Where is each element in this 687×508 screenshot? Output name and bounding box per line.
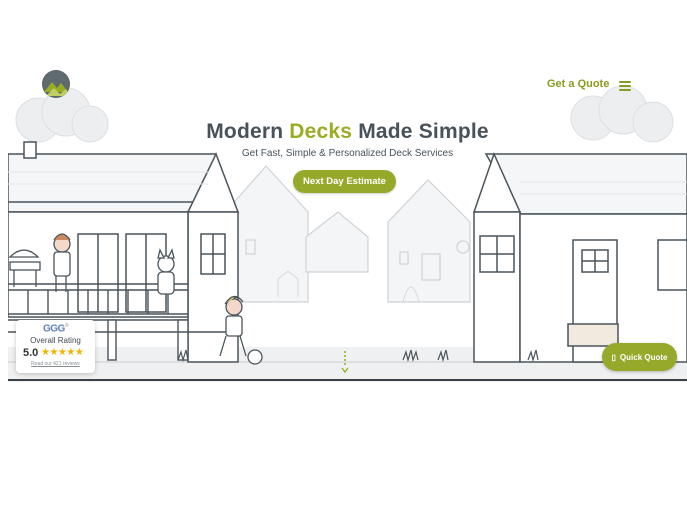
rating-brand-label: GGG — [42, 323, 65, 335]
rating-label: Overall Rating — [30, 336, 81, 345]
title-accent: Decks — [289, 120, 353, 143]
scroll-down-arrow-icon[interactable] — [341, 350, 349, 374]
site-logo[interactable] — [42, 70, 70, 98]
title-part-2: Made Simple — [352, 120, 489, 143]
read-reviews-link[interactable]: Read our 421 reviews — [16, 361, 95, 367]
star-rating-icon: ★★★★★ — [41, 347, 84, 358]
page-subtitle: Get Fast, Simple & Personalized Deck Ser… — [241, 148, 454, 159]
neighborhood-illustration — [8, 62, 687, 382]
mountain-logo-icon — [42, 70, 70, 98]
title-part-1: Modern — [206, 120, 290, 143]
hamburger-menu-icon[interactable] — [619, 81, 631, 91]
rating-score: 5.0 — [23, 347, 39, 359]
quick-quote-label: Quick Quote — [619, 352, 668, 362]
hero-section: Get a Quote Modern Decks Made Simple Get… — [8, 62, 687, 382]
next-day-estimate-button[interactable]: Next Day Estimate — [293, 170, 396, 193]
get-a-quote-link[interactable]: Get a Quote — [547, 78, 609, 90]
quick-quote-button[interactable]: ▯ Quick Quote — [602, 343, 677, 371]
rating-brand: GGG® — [16, 323, 95, 334]
rating-card[interactable]: GGG® Overall Rating 5.0 ★★★★★ Read our 4… — [16, 320, 95, 373]
page-title: Modern Decks Made Simple — [8, 120, 687, 144]
rating-brand-suffix: ® — [64, 323, 69, 329]
chat-icon: ▯ — [611, 352, 616, 362]
